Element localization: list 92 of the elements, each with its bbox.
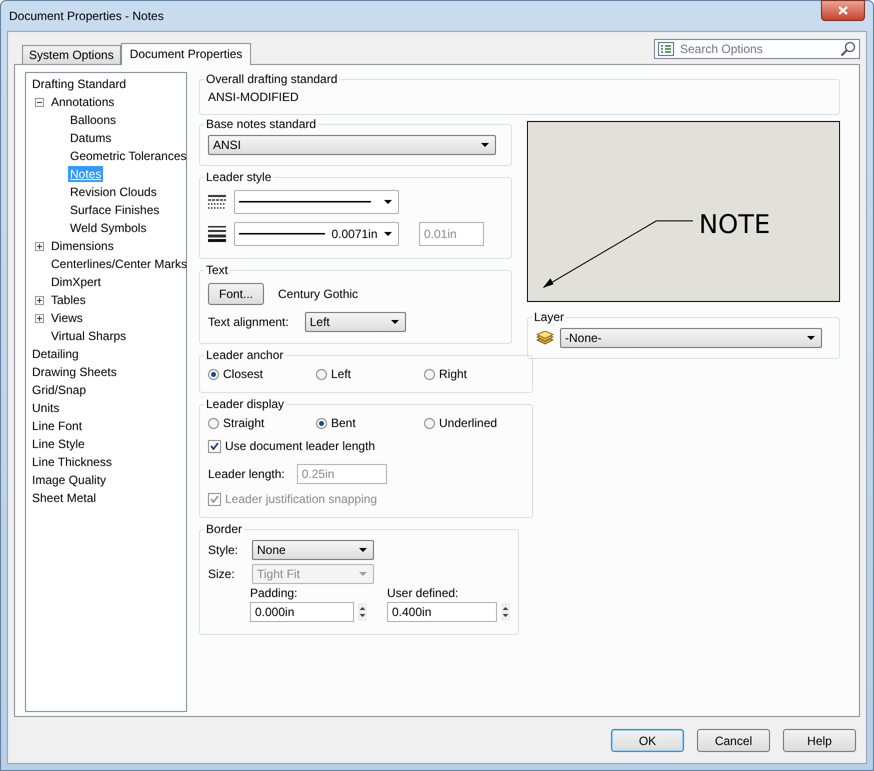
radio-button[interactable] <box>316 418 327 428</box>
font-name: Century Gothic <box>278 287 358 301</box>
radio-option[interactable]: Underlined <box>424 416 524 430</box>
line-thickness-dropdown[interactable]: 0.0071in <box>234 222 399 246</box>
tree-item[interactable]: Geometric Tolerances <box>68 148 188 164</box>
padding-field[interactable]: 0.000in <box>250 602 354 622</box>
tree-item[interactable]: Weld Symbols <box>68 220 148 236</box>
close-button[interactable] <box>821 0 865 21</box>
field-label: Size: <box>208 567 236 581</box>
tree-item[interactable]: Drafting Standard <box>30 76 128 92</box>
tree-item[interactable]: Grid/Snap <box>30 382 88 398</box>
tree-item[interactable]: Virtual Sharps <box>49 328 128 344</box>
list-icon <box>658 42 674 56</box>
notes-standard-dropdown[interactable]: ANSI <box>208 135 496 155</box>
dropdown-arrow-icon <box>359 572 367 576</box>
tree-item[interactable]: Image Quality <box>30 472 108 488</box>
tree-item[interactable]: Units <box>30 400 62 416</box>
expander-icon[interactable] <box>35 98 44 106</box>
radio-option[interactable]: Straight <box>208 416 308 430</box>
border-style-dropdown[interactable]: None <box>252 540 374 560</box>
search-box[interactable]: Search Options <box>654 39 860 59</box>
user-defined-field[interactable]: 0.400in <box>387 602 497 622</box>
tree-item[interactable]: Annotations <box>49 94 116 110</box>
radio-button[interactable] <box>424 368 435 380</box>
note-text: NOTE <box>698 210 770 240</box>
tree-item[interactable]: Revision Clouds <box>68 184 159 200</box>
solid-line-icon <box>239 233 325 235</box>
radio-button[interactable] <box>208 418 219 428</box>
field-label: Style: <box>208 543 240 557</box>
tree-item[interactable]: Datums <box>68 130 114 146</box>
tree-item[interactable]: Detailing <box>30 346 81 362</box>
group-title: Text <box>205 263 230 277</box>
radio-button[interactable] <box>208 368 219 380</box>
dialog-button[interactable]: Cancel <box>697 729 770 752</box>
spinner-icon[interactable] <box>501 603 510 621</box>
radio-button[interactable] <box>424 418 435 428</box>
layers-icon <box>536 331 554 345</box>
tree-item[interactable]: Line Style <box>30 436 87 452</box>
expander-icon[interactable] <box>35 314 44 322</box>
group-title: Leader style <box>205 170 272 184</box>
font-button[interactable]: Font... <box>208 283 264 305</box>
field-label: Text alignment: <box>208 315 289 329</box>
radio-option[interactable]: Right <box>424 367 524 381</box>
tab[interactable]: Document Properties <box>120 43 252 65</box>
tree-item[interactable]: Surface Finishes <box>68 202 162 218</box>
tree-item[interactable]: Tables <box>49 292 88 308</box>
field-label: Leader length: <box>208 467 285 481</box>
layer-dropdown[interactable]: -None- <box>560 328 822 348</box>
line-style-icon <box>208 195 226 209</box>
field-label: Padding: <box>250 586 298 600</box>
tree-item[interactable]: Views <box>49 310 85 326</box>
tree-item[interactable]: DimXpert <box>49 274 104 290</box>
group-title: Overall drafting standard <box>205 72 338 86</box>
tree-item[interactable]: Balloons <box>68 112 118 128</box>
field-label: User defined: <box>387 586 460 600</box>
group-title: Leader display <box>205 397 286 411</box>
group-title: Base notes standard <box>205 117 318 131</box>
line-thickness-icon <box>208 226 226 242</box>
expander-icon[interactable] <box>35 242 44 250</box>
radio-option[interactable]: Bent <box>316 416 416 430</box>
expander-icon[interactable] <box>35 296 44 304</box>
dropdown-arrow-icon <box>390 320 399 324</box>
tree-item[interactable]: Dimensions <box>49 238 116 254</box>
checkbox-option[interactable]: Use document leader length <box>208 439 376 453</box>
group-title: Layer <box>533 310 566 324</box>
checkbox[interactable] <box>208 440 221 452</box>
tree-item[interactable]: Drawing Sheets <box>30 364 119 380</box>
radio-option[interactable]: Closest <box>208 367 308 381</box>
dropdown-arrow-icon <box>481 143 489 147</box>
tree-item[interactable]: Centerlines/Center Marks <box>49 256 190 272</box>
group-title: Border <box>205 522 244 536</box>
tree-item[interactable]: Sheet Metal <box>30 490 98 506</box>
group-title: Leader anchor <box>205 348 284 362</box>
tree-item[interactable]: Line Font <box>30 418 84 434</box>
dialog-button[interactable]: Help <box>783 729 856 752</box>
dropdown-arrow-icon <box>359 548 367 552</box>
tree-item[interactable]: Line Thickness <box>30 454 114 470</box>
solid-line-icon <box>239 201 371 203</box>
tab[interactable]: System Options <box>22 45 121 64</box>
dropdown-arrow-icon <box>384 232 392 236</box>
dropdown-arrow-icon <box>807 336 815 340</box>
close-icon <box>838 6 848 15</box>
standard-value: ANSI-MODIFIED <box>208 90 299 104</box>
window-title: Document Properties - Notes <box>9 9 164 23</box>
dropdown-arrow-icon <box>384 200 392 204</box>
spinner-icon[interactable] <box>358 603 367 621</box>
line-style-dropdown[interactable] <box>234 190 399 214</box>
search-icon[interactable] <box>840 41 856 57</box>
radio-option[interactable]: Left <box>316 367 416 381</box>
radio-button[interactable] <box>316 368 327 380</box>
dialog-button[interactable]: OK <box>611 729 684 752</box>
alignment-dropdown[interactable]: Left <box>304 312 406 332</box>
